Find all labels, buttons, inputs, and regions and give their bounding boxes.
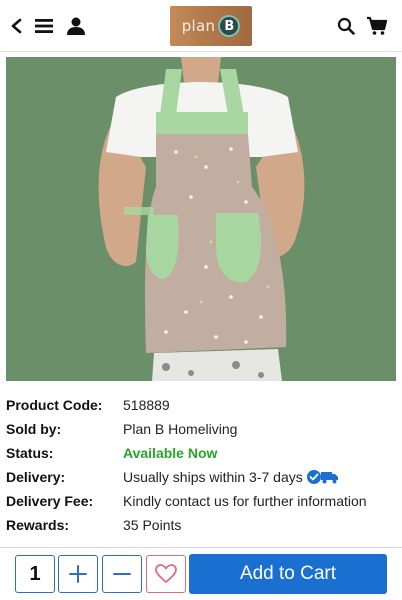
minus-icon [113, 573, 131, 575]
delivery-label: Delivery: [6, 469, 66, 485]
detail-row-delivery-fee: Delivery Fee: Kindly contact us for furt… [6, 489, 398, 513]
product-details: Product Code: 518889 Sold by: Plan B Hom… [6, 393, 398, 537]
heart-icon [155, 564, 177, 583]
decrement-button[interactable] [102, 555, 142, 593]
wishlist-button[interactable] [146, 555, 186, 593]
status-value: Available Now [123, 445, 218, 461]
apron-illustration [6, 57, 396, 381]
product-code-label: Product Code: [6, 397, 103, 413]
rewards-label: Rewards: [6, 517, 70, 533]
detail-row-delivery: Delivery: Usually ships within 3-7 days [6, 465, 398, 489]
status-label: Status: [6, 445, 54, 461]
header: plan B [0, 0, 402, 52]
menu-icon[interactable] [31, 13, 57, 39]
delivery-value: Usually ships within 3-7 days [123, 469, 339, 485]
plus-icon [69, 565, 87, 583]
detail-row-rewards: Rewards: 35 Points [6, 513, 398, 537]
quantity-input[interactable]: 1 [15, 555, 55, 593]
user-icon[interactable] [63, 13, 89, 39]
delivery-text: Usually ships within 3-7 days [123, 469, 303, 485]
increment-button[interactable] [58, 555, 98, 593]
search-icon[interactable] [333, 13, 359, 39]
product-image[interactable] [6, 57, 396, 381]
detail-row-product-code: Product Code: 518889 [6, 393, 398, 417]
product-code-value: 518889 [123, 397, 170, 413]
logo-text: plan [181, 17, 216, 35]
detail-row-sold-by: Sold by: Plan B Homeliving [6, 417, 398, 441]
add-to-cart-button[interactable]: Add to Cart [189, 554, 387, 594]
detail-row-status: Status: Available Now [6, 441, 398, 465]
bottom-action-bar: 1 Add to Cart [0, 547, 402, 600]
sold-by-value[interactable]: Plan B Homeliving [123, 421, 237, 437]
brand-logo[interactable]: plan B [170, 6, 252, 46]
delivery-fee-label: Delivery Fee: [6, 493, 94, 509]
back-arrow-icon[interactable] [4, 13, 30, 39]
sold-by-label: Sold by: [6, 421, 62, 437]
verified-delivery-icon [306, 469, 339, 485]
rewards-value: 35 Points [123, 517, 182, 533]
logo-mark: B [218, 15, 241, 37]
delivery-fee-value: Kindly contact us for further informatio… [123, 493, 367, 509]
cart-icon[interactable] [364, 13, 390, 39]
